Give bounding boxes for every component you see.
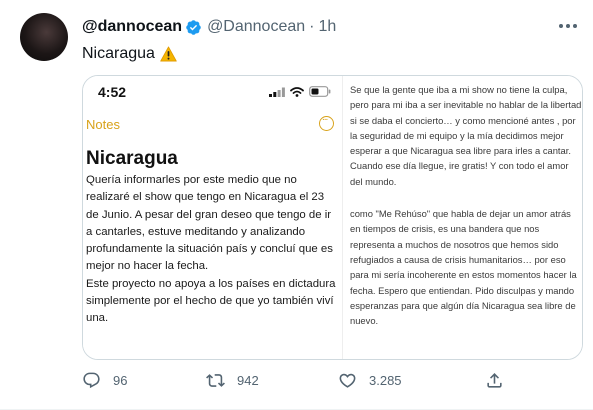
battery-icon [309, 86, 331, 97]
retweet-icon [206, 374, 225, 387]
tweet-actions: 96 942 3.285 [82, 371, 512, 395]
retweet-count: 942 [237, 373, 259, 388]
tweet-text: Nicaragua [82, 45, 177, 63]
more-options-button[interactable] [555, 16, 581, 36]
heart-icon [339, 373, 356, 388]
reply-icon [83, 372, 100, 389]
statement-paragraph: Se que la gente que iba a mi show no tie… [350, 84, 582, 187]
tweet-text-content: Nicaragua [82, 45, 155, 62]
statement-text: Se que la gente que iba a mi show no tie… [350, 82, 582, 328]
phone-time: 4:52 [98, 84, 127, 100]
tweet-header: @dannocean @Dannocean · 1h [82, 16, 336, 38]
share-icon [487, 373, 502, 388]
statement-screenshot: Se que la gente que iba a mi show no tie… [342, 76, 582, 359]
tweet-media[interactable]: 4:52 Notes ... Nicaragua Quería informar… [82, 75, 583, 360]
notes-back-label: Notes [86, 117, 120, 132]
like-button[interactable]: 3.285 [338, 371, 402, 390]
verified-badge-icon [186, 19, 201, 35]
avatar[interactable] [20, 13, 68, 61]
signal-icon [269, 87, 285, 97]
reply-button[interactable]: 96 [82, 371, 127, 390]
tweet[interactable]: @dannocean @Dannocean · 1h Nicaragua 4:5… [0, 0, 593, 410]
like-count: 3.285 [369, 373, 402, 388]
note-paragraph: Quería informarles por este medio que no… [86, 174, 333, 273]
note-title: Nicaragua [86, 148, 178, 169]
reply-count: 96 [113, 373, 128, 388]
share-button[interactable] [485, 371, 504, 390]
more-options-icon [559, 24, 577, 28]
separator: · [309, 18, 315, 35]
handle[interactable]: @Dannocean [207, 18, 305, 36]
timestamp[interactable]: 1h [318, 18, 336, 36]
note-body: Quería informarles por este medio que no… [86, 172, 338, 328]
phone-status-icons [269, 86, 331, 97]
retweet-button[interactable]: 942 [206, 371, 259, 390]
wifi-icon [290, 86, 304, 97]
warning-emoji-icon [160, 46, 177, 62]
note-paragraph: Este proyecto no apoya a los países en d… [86, 277, 336, 325]
display-name[interactable]: @dannocean [82, 18, 182, 36]
notes-screenshot: 4:52 Notes ... Nicaragua Quería informar… [83, 76, 340, 359]
statement-paragraph: como "Me Rehúso" que habla de dejar un a… [350, 208, 577, 327]
notes-menu-icon [319, 112, 334, 131]
